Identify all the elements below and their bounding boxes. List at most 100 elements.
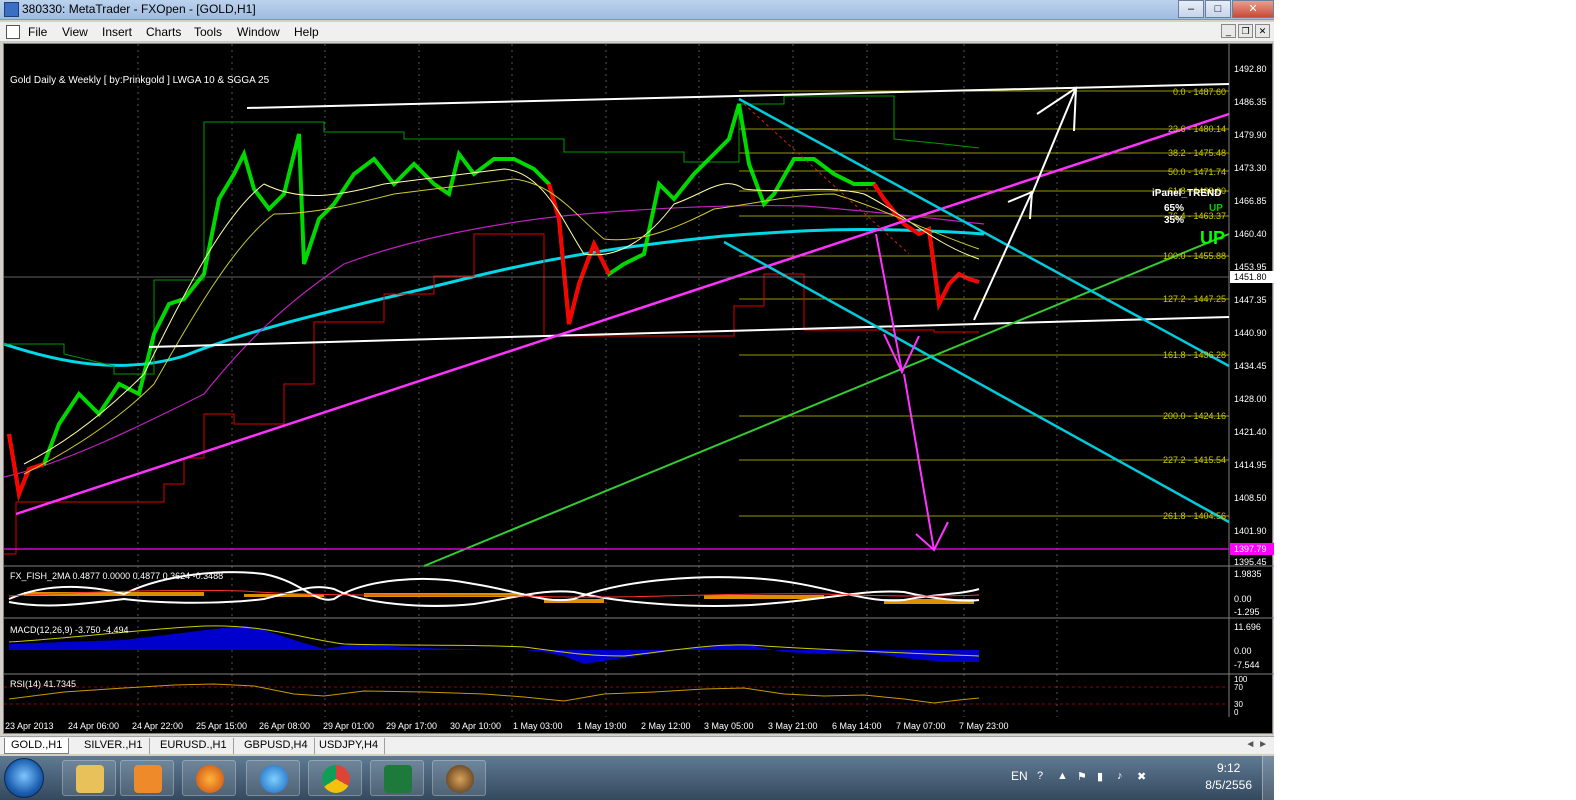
current-price-label: 1451.80 bbox=[1234, 272, 1267, 282]
price-tick: 1466.85 bbox=[1234, 196, 1267, 206]
price-chart[interactable]: Gold Daily & Weekly [ by:Prinkgold ] LWG… bbox=[3, 43, 1274, 735]
up-arrows[interactable] bbox=[973, 86, 1078, 321]
chrome-taskbar-button[interactable] bbox=[308, 760, 362, 796]
vertical-grid bbox=[137, 44, 1058, 717]
clock[interactable]: 9:12 8/5/2556 bbox=[1205, 760, 1252, 794]
fib-label: 0.0 - 1487.60 bbox=[1173, 87, 1226, 97]
ipanel-title: iPanel_TREND bbox=[1152, 188, 1221, 199]
price-tick: 1401.90 bbox=[1234, 526, 1267, 536]
volume-icon[interactable]: ♪ bbox=[1117, 770, 1131, 784]
menu-file[interactable]: File bbox=[28, 25, 47, 39]
macd-scale-mid: 0.00 bbox=[1234, 646, 1252, 656]
time-tick: 3 May 21:00 bbox=[768, 721, 818, 731]
metatrader-taskbar-button[interactable] bbox=[432, 760, 486, 796]
price-tick: 1440.90 bbox=[1234, 328, 1267, 338]
chart-canvas[interactable]: Gold Daily & Weekly [ by:Prinkgold ] LWG… bbox=[4, 44, 1274, 735]
price-tick: 1473.30 bbox=[1234, 163, 1267, 173]
time-tick: 3 May 05:00 bbox=[704, 721, 754, 731]
fib-label: 261.8 - 1404.56 bbox=[1163, 511, 1226, 521]
time-tick: 2 May 12:00 bbox=[641, 721, 691, 731]
ie-taskbar-button[interactable] bbox=[246, 760, 300, 796]
time-tick: 29 Apr 17:00 bbox=[386, 721, 437, 731]
tab-gbpusd-h4[interactable]: GBPUSD,H4 bbox=[238, 738, 315, 754]
price-tick: 1408.50 bbox=[1234, 493, 1267, 503]
tab-silver-h1[interactable]: SILVER.,H1 bbox=[78, 738, 150, 754]
media-player-taskbar-button[interactable] bbox=[120, 760, 174, 796]
pink-trendline[interactable] bbox=[15, 112, 1230, 516]
maximize-button[interactable]: □ bbox=[1205, 0, 1231, 18]
tab-eurusd-h1[interactable]: EURUSD.,H1 bbox=[154, 738, 234, 754]
price-tick: 1421.40 bbox=[1234, 427, 1267, 437]
price-tick: 1447.35 bbox=[1234, 295, 1267, 305]
tab-scroll-arrows[interactable]: ◄ ► bbox=[1245, 739, 1268, 750]
lower-channel-line[interactable] bbox=[148, 316, 1230, 348]
price-tick: 1428.00 bbox=[1234, 394, 1267, 404]
menu-charts[interactable]: Charts bbox=[146, 25, 181, 39]
chart-minimize-button[interactable]: _ bbox=[1221, 24, 1236, 38]
close-button[interactable]: ✕ bbox=[1232, 0, 1274, 18]
menu-help[interactable]: Help bbox=[294, 25, 319, 39]
rsi-label: RSI(14) 41.7345 bbox=[10, 679, 76, 689]
fish-subwindow[interactable]: FX_FISH_2MA 0.4877 0.0000 0.4877 0.3624 … bbox=[8, 569, 1262, 617]
fibonacci-levels[interactable] bbox=[739, 90, 1229, 517]
time-tick: 24 Apr 06:00 bbox=[68, 721, 119, 731]
windows-taskbar: EN ? ▲ ⚑ ▮ ♪ ✖ 9:12 8/5/2556 bbox=[0, 756, 1274, 800]
menu-insert[interactable]: Insert bbox=[102, 25, 132, 39]
price-tick: 1434.45 bbox=[1234, 361, 1267, 371]
excel-icon bbox=[384, 765, 412, 793]
price-tick: 1395.45 bbox=[1234, 557, 1267, 567]
system-tray: EN ? ▲ ⚑ ▮ ♪ ✖ 9:12 8/5/2556 bbox=[1005, 756, 1274, 800]
fib-label: 100.0 - 1455.88 bbox=[1163, 251, 1226, 261]
tab-gold-h1[interactable]: GOLD.,H1 bbox=[4, 738, 70, 754]
time-tick: 1 May 03:00 bbox=[513, 721, 563, 731]
firefox-icon bbox=[196, 765, 224, 793]
time-tick: 29 Apr 01:00 bbox=[323, 721, 374, 731]
fib-label: 23.6 - 1480.14 bbox=[1168, 124, 1226, 134]
indicator-label: Gold Daily & Weekly [ by:Prinkgold ] LWG… bbox=[10, 75, 270, 86]
macd-subwindow[interactable]: MACD(12,26,9) -3.750 -4.494 11.696 0.00 … bbox=[8, 622, 1261, 670]
macd-label: MACD(12,26,9) -3.750 -4.494 bbox=[10, 625, 129, 635]
ipanel-signal: UP bbox=[1200, 228, 1225, 248]
menu-tools[interactable]: Tools bbox=[194, 25, 222, 39]
window-title: 380330: MetaTrader - FXOpen - [GOLD,H1] bbox=[22, 2, 256, 16]
media-player-icon bbox=[134, 765, 162, 793]
fish-scale-bottom: -1.295 bbox=[1234, 607, 1260, 617]
language-indicator[interactable]: EN bbox=[1011, 769, 1028, 783]
time-tick: 7 May 23:00 bbox=[959, 721, 1009, 731]
time-tick: 24 Apr 22:00 bbox=[132, 721, 183, 731]
price-tick: 1453.95 bbox=[1234, 262, 1267, 272]
chart-restore-button[interactable]: ❐ bbox=[1238, 24, 1253, 38]
time-tick: 7 May 07:00 bbox=[896, 721, 946, 731]
tray-arrow-icon[interactable]: ▲ bbox=[1057, 770, 1071, 784]
time-tick: 23 Apr 2013 bbox=[5, 721, 54, 731]
help-icon[interactable]: ? bbox=[1037, 770, 1051, 784]
rsi-subwindow[interactable]: RSI(14) 41.7345 100 70 30 0 bbox=[4, 675, 1248, 717]
chart-document-icon[interactable] bbox=[6, 25, 20, 39]
cyan-lower-channel[interactable] bbox=[723, 240, 1230, 524]
macd-histogram bbox=[9, 626, 979, 664]
tab-usdjpy-h4[interactable]: USDJPY,H4 bbox=[313, 738, 386, 754]
excel-taskbar-button[interactable] bbox=[370, 760, 424, 796]
time-axis: 23 Apr 2013 24 Apr 06:00 24 Apr 22:00 25… bbox=[5, 721, 1009, 731]
chrome-icon bbox=[322, 765, 350, 793]
minimize-button[interactable]: – bbox=[1178, 0, 1204, 18]
start-button[interactable] bbox=[4, 758, 44, 798]
ipanel-down-percent: 35% bbox=[1164, 215, 1184, 226]
ipanel-up-percent: 65% bbox=[1164, 203, 1184, 214]
fish-scale-mid: 0.00 bbox=[1234, 594, 1252, 604]
chart-close-button[interactable]: ✕ bbox=[1255, 24, 1270, 38]
menu-bar: File View Insert Charts Tools Window Hel… bbox=[0, 22, 1274, 42]
network-icon[interactable]: ▮ bbox=[1097, 770, 1111, 784]
metatrader-icon bbox=[446, 765, 474, 793]
ipanel-up-label: UP bbox=[1209, 203, 1223, 214]
firefox-taskbar-button[interactable] bbox=[182, 760, 236, 796]
security-icon[interactable]: ✖ bbox=[1137, 770, 1151, 784]
menu-view[interactable]: View bbox=[62, 25, 88, 39]
explorer-taskbar-button[interactable] bbox=[62, 760, 116, 796]
fib-labels: 0.0 - 1487.60 23.6 - 1480.14 38.2 - 1475… bbox=[1163, 87, 1226, 521]
clock-date: 8/5/2556 bbox=[1205, 778, 1252, 792]
show-desktop-button[interactable] bbox=[1262, 756, 1274, 800]
menu-window[interactable]: Window bbox=[237, 25, 280, 39]
flag-icon[interactable]: ⚑ bbox=[1077, 770, 1091, 784]
internet-explorer-icon bbox=[260, 765, 288, 793]
